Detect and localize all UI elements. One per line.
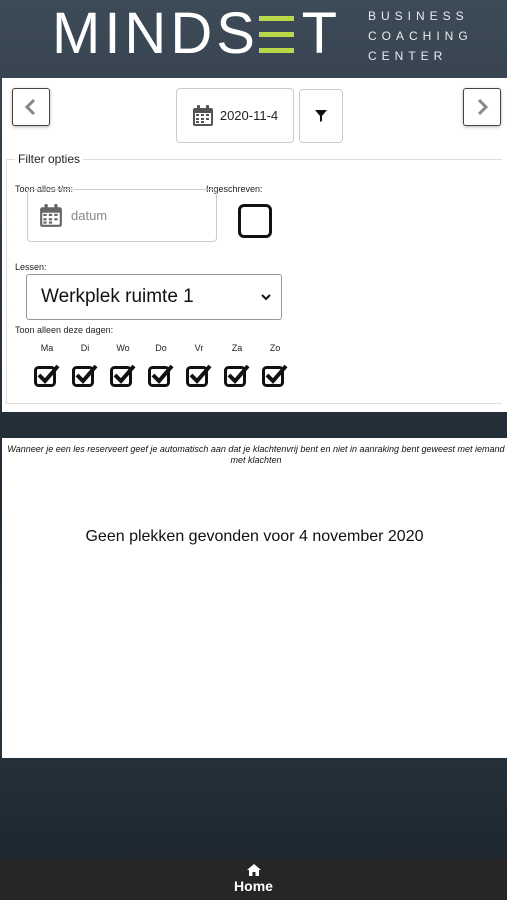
next-day-button[interactable]	[463, 88, 501, 126]
day-checkbox[interactable]	[110, 363, 136, 387]
results-card: Wanneer je een les reserveert geef je au…	[2, 438, 507, 758]
calendar-icon	[40, 203, 62, 227]
lessons-selected-value: Werkplek ruimte 1	[41, 286, 194, 307]
day-label: Ma	[40, 343, 54, 353]
chevron-right-icon	[477, 98, 489, 116]
chevron-left-icon	[24, 98, 36, 116]
day-label: Do	[155, 343, 167, 353]
calendar-icon	[192, 104, 213, 126]
day-item: Vr	[184, 343, 214, 387]
day-item: Za	[222, 343, 252, 387]
filter-icon	[315, 110, 327, 122]
date-picker-button[interactable]: 2020-11-4	[176, 88, 294, 143]
day-item: Ma	[32, 343, 62, 387]
date-placeholder: datum	[71, 208, 108, 223]
empty-results-message: Geen plekken gevonden voor 4 november 20…	[85, 528, 424, 545]
home-nav-button[interactable]: Home	[0, 858, 507, 900]
home-label: Home	[234, 878, 273, 894]
day-checkbox[interactable]	[148, 363, 174, 387]
selected-date: 2020-11-4	[219, 108, 279, 123]
day-item: Do	[146, 343, 176, 387]
logo-accent-letter: E	[258, 2, 302, 66]
filter-button[interactable]	[299, 89, 343, 143]
header: MINDSET BUSINESS COACHING CENTER	[0, 0, 507, 78]
logo-sub-line: COACHING	[368, 29, 473, 43]
logo-text-end: T	[301, 1, 342, 66]
logo-sub-line: CENTER	[368, 49, 448, 63]
day-checkbox[interactable]	[262, 363, 288, 387]
day-label: Vr	[194, 343, 204, 353]
home-icon	[246, 864, 261, 876]
chevron-down-icon	[261, 294, 271, 301]
day-label: Di	[80, 343, 90, 353]
registered-checkbox[interactable]	[238, 204, 272, 238]
logo-text-start: MINDS	[52, 1, 259, 66]
day-label: Zo	[269, 343, 281, 353]
prev-day-button[interactable]	[12, 88, 50, 126]
day-checkbox[interactable]	[186, 363, 212, 387]
day-checkbox[interactable]	[72, 363, 98, 387]
day-item: Zo	[260, 343, 290, 387]
health-notice: Wanneer je een les reserveert geef je au…	[7, 444, 505, 465]
lessons-label: Lessen:	[15, 262, 47, 272]
day-checkboxes: Ma Di Wo Do Vr Za Zo	[32, 343, 290, 387]
schedule-card: 2020-11-4 Filter opties Toon alles t/m: …	[2, 78, 507, 412]
day-label: Wo	[116, 343, 130, 353]
logo-sub-line: BUSINESS	[368, 9, 469, 23]
day-label: Za	[231, 343, 243, 353]
show-until-date-input[interactable]: datum	[27, 189, 217, 242]
logo: MINDSET	[52, 2, 341, 66]
day-checkbox[interactable]	[224, 363, 250, 387]
day-checkbox[interactable]	[34, 363, 60, 387]
logo-subtitle: BUSINESS COACHING CENTER	[368, 6, 473, 66]
filter-options-legend: Filter opties	[18, 152, 81, 166]
day-item: Wo	[108, 343, 138, 387]
lessons-select[interactable]: Werkplek ruimte 1	[26, 274, 282, 320]
days-label: Toon alleen deze dagen:	[15, 325, 114, 335]
day-item: Di	[70, 343, 100, 387]
